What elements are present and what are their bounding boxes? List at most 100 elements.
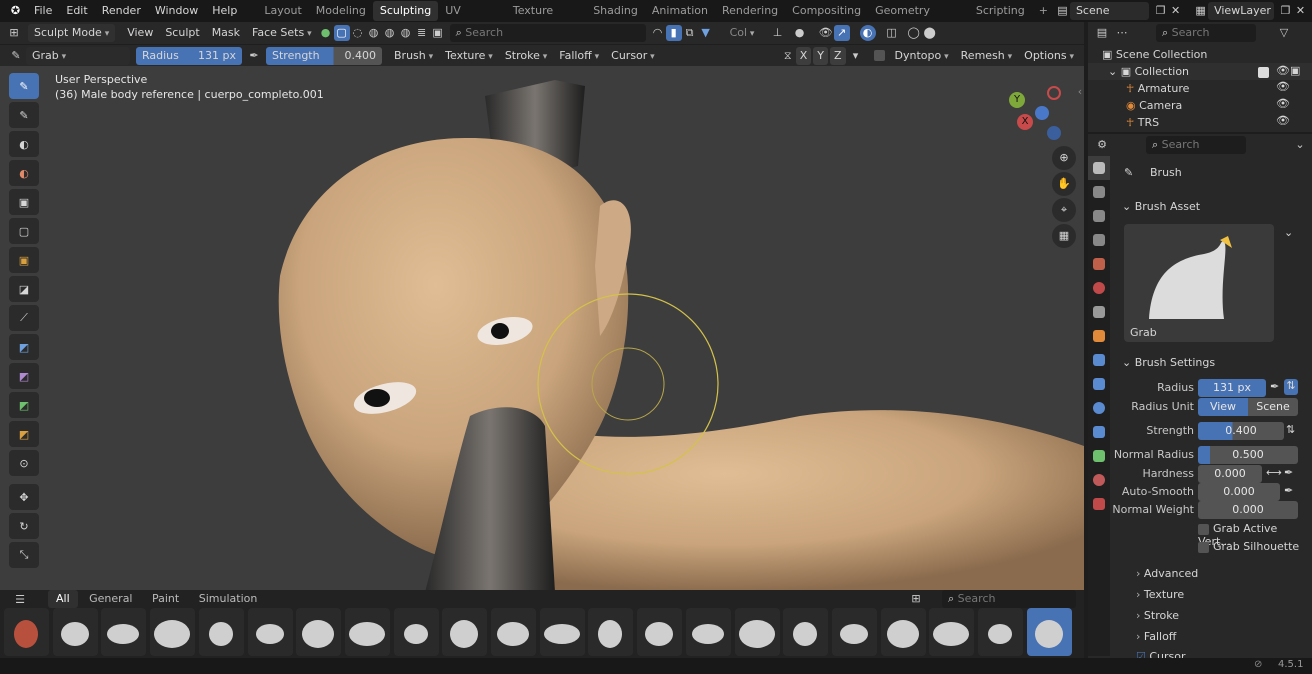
options-menu[interactable]: Options: [1018, 45, 1080, 67]
tool-paint[interactable]: ✎: [9, 102, 39, 128]
outliner-item-trs[interactable]: ☥ TRS: [1126, 114, 1159, 131]
brush-asset-header[interactable]: ⌄ Brush Asset: [1122, 200, 1200, 213]
zoom-icon[interactable]: ⊕: [1052, 146, 1076, 170]
auto-smooth-slider[interactable]: 0.000: [1198, 483, 1280, 501]
hardness-invert-icon[interactable]: ⟷: [1266, 466, 1282, 479]
tab-particles[interactable]: [1088, 372, 1110, 396]
grab-silhouette-checkbox[interactable]: [1198, 541, 1209, 553]
normal-weight-slider[interactable]: 0.000: [1198, 501, 1298, 519]
properties-search-input[interactable]: ⌕ Search: [1146, 136, 1246, 154]
camera-eye-icon[interactable]: 👁: [1276, 97, 1290, 110]
tool-scale[interactable]: ⤡: [9, 542, 39, 568]
normal-radius-slider[interactable]: 0.500: [1198, 446, 1298, 464]
tab-data[interactable]: [1088, 444, 1110, 468]
ortho-grid-icon[interactable]: ▦: [1052, 224, 1076, 248]
viewlayer-icon[interactable]: ▦: [1193, 3, 1208, 19]
tab-animation[interactable]: Animation: [645, 1, 715, 21]
asset-view-icon[interactable]: ⊞: [908, 591, 924, 607]
tool-mask[interactable]: ◐: [9, 131, 39, 157]
brush-thumbnail[interactable]: [783, 608, 829, 656]
lasso-icon[interactable]: ◌: [350, 25, 366, 41]
strength-slider[interactable]: 0.400: [1198, 422, 1284, 440]
auto-smooth-pen-icon[interactable]: ✒: [1284, 484, 1293, 497]
visibility-icon[interactable]: 👁: [818, 25, 834, 41]
brush-thumbnail[interactable]: [344, 608, 390, 656]
gizmo-icon[interactable]: ↗: [833, 25, 850, 41]
scene-selector[interactable]: Scene: [1069, 2, 1150, 20]
tab-output[interactable]: [1088, 204, 1110, 228]
brush-thumbnail[interactable]: [4, 608, 49, 656]
viewlayer-selector[interactable]: ViewLayer: [1208, 2, 1275, 20]
mode-selector[interactable]: Sculpt Mode: [28, 24, 116, 42]
asset-tab-general[interactable]: General: [81, 590, 140, 608]
outliner-search-input[interactable]: ⌕ Search: [1156, 24, 1256, 42]
gizmo-x-axis[interactable]: X: [1017, 114, 1033, 130]
armature-eye-icon[interactable]: 👁: [1276, 80, 1290, 93]
radius-pressure-icon[interactable]: ⇅: [1284, 379, 1298, 395]
menu-stroke[interactable]: Stroke: [499, 45, 553, 67]
tool-move[interactable]: ✥: [9, 484, 39, 510]
collection-eye-icon[interactable]: 👁: [1276, 64, 1290, 77]
collection-camera-icon[interactable]: ▣: [1290, 64, 1300, 77]
xray-icon[interactable]: ◫: [884, 25, 900, 41]
section-texture[interactable]: Texture: [1136, 588, 1184, 601]
tab-constraints[interactable]: [1088, 420, 1110, 444]
collection-checkbox[interactable]: [1258, 67, 1269, 78]
tab-scene[interactable]: [1088, 252, 1110, 276]
asset-tab-paint[interactable]: Paint: [144, 590, 187, 608]
overlay-icon[interactable]: ◐: [859, 25, 876, 41]
delete-viewlayer-icon[interactable]: ✕: [1293, 3, 1308, 19]
brush-thumbnail[interactable]: [880, 608, 926, 656]
brush-thumbnail[interactable]: [588, 608, 634, 656]
radius-field[interactable]: Radius 131 px: [136, 46, 242, 65]
brush-thumbnail[interactable]: [296, 608, 342, 656]
tab-uv-editing[interactable]: UV Editing: [438, 1, 506, 37]
tool-box-trim[interactable]: ◪: [9, 276, 39, 302]
section-stroke[interactable]: Stroke: [1136, 609, 1179, 622]
asset-search-input[interactable]: ⌕ Search: [942, 590, 1076, 608]
brush-thumbnail[interactable]: [929, 608, 975, 656]
brush-thumbnail[interactable]: [637, 608, 683, 656]
tab-world[interactable]: [1088, 276, 1110, 300]
radius-pen-icon[interactable]: ✒: [1270, 380, 1279, 393]
collapse-sidebar-icon[interactable]: ‹: [1072, 84, 1084, 100]
scene-collection-row[interactable]: ▣ Scene Collection: [1102, 46, 1207, 63]
brush-thumbnail[interactable]: [831, 608, 877, 656]
gizmo-z-axis[interactable]: [1047, 86, 1061, 100]
asset-tab-all[interactable]: All: [48, 590, 78, 608]
view-mode-icon[interactable]: ⧉: [682, 25, 698, 41]
display-mode-icon[interactable]: ⋯: [1114, 25, 1130, 41]
strength-pressure-icon[interactable]: ⇅: [1286, 423, 1295, 436]
pin-icon[interactable]: ▣: [430, 25, 446, 41]
menu-edit[interactable]: Edit: [59, 0, 94, 22]
tool-color-filter[interactable]: ◩: [9, 392, 39, 418]
sphere-mesh-icon[interactable]: ◍: [398, 25, 414, 41]
brush-thumbnail[interactable]: [198, 608, 244, 656]
brush-thumbnail[interactable]: [539, 608, 585, 656]
tool-face-set[interactable]: ◐: [9, 160, 39, 186]
gizmo-neg-y[interactable]: [1047, 126, 1061, 140]
add-workspace-button[interactable]: +: [1032, 1, 1055, 21]
shading-wire-icon[interactable]: ◯: [906, 25, 922, 41]
tool-box-face-set[interactable]: ▣: [9, 247, 39, 273]
brush-thumbnail[interactable]: [734, 608, 780, 656]
outliner-item-camera[interactable]: ◉ Camera: [1126, 97, 1182, 114]
menu-render[interactable]: Render: [95, 0, 148, 22]
tab-modeling[interactable]: Modeling: [309, 1, 373, 21]
menu-help[interactable]: Help: [205, 0, 244, 22]
tab-material[interactable]: [1088, 468, 1110, 492]
blender-logo-icon[interactable]: ✪: [8, 3, 23, 19]
lock-icon[interactable]: ▾: [848, 48, 864, 64]
brush-thumbnail[interactable]: [150, 608, 196, 656]
menu-view[interactable]: View: [121, 22, 159, 44]
snap-icon[interactable]: ⊥: [770, 25, 786, 41]
tool-edit-face-set[interactable]: ◩: [9, 421, 39, 447]
pressure-pen-icon[interactable]: ✒: [246, 48, 262, 64]
section-advanced[interactable]: Advanced: [1136, 567, 1198, 580]
filter-icon[interactable]: ▼: [698, 25, 714, 41]
radius-slider[interactable]: 131 px: [1198, 379, 1266, 397]
brush-thumbnail[interactable]: [685, 608, 731, 656]
tool-rotate[interactable]: ↻: [9, 513, 39, 539]
brush-thumbnail[interactable]: [52, 608, 98, 656]
grab-active-vertex-checkbox[interactable]: [1198, 523, 1209, 535]
